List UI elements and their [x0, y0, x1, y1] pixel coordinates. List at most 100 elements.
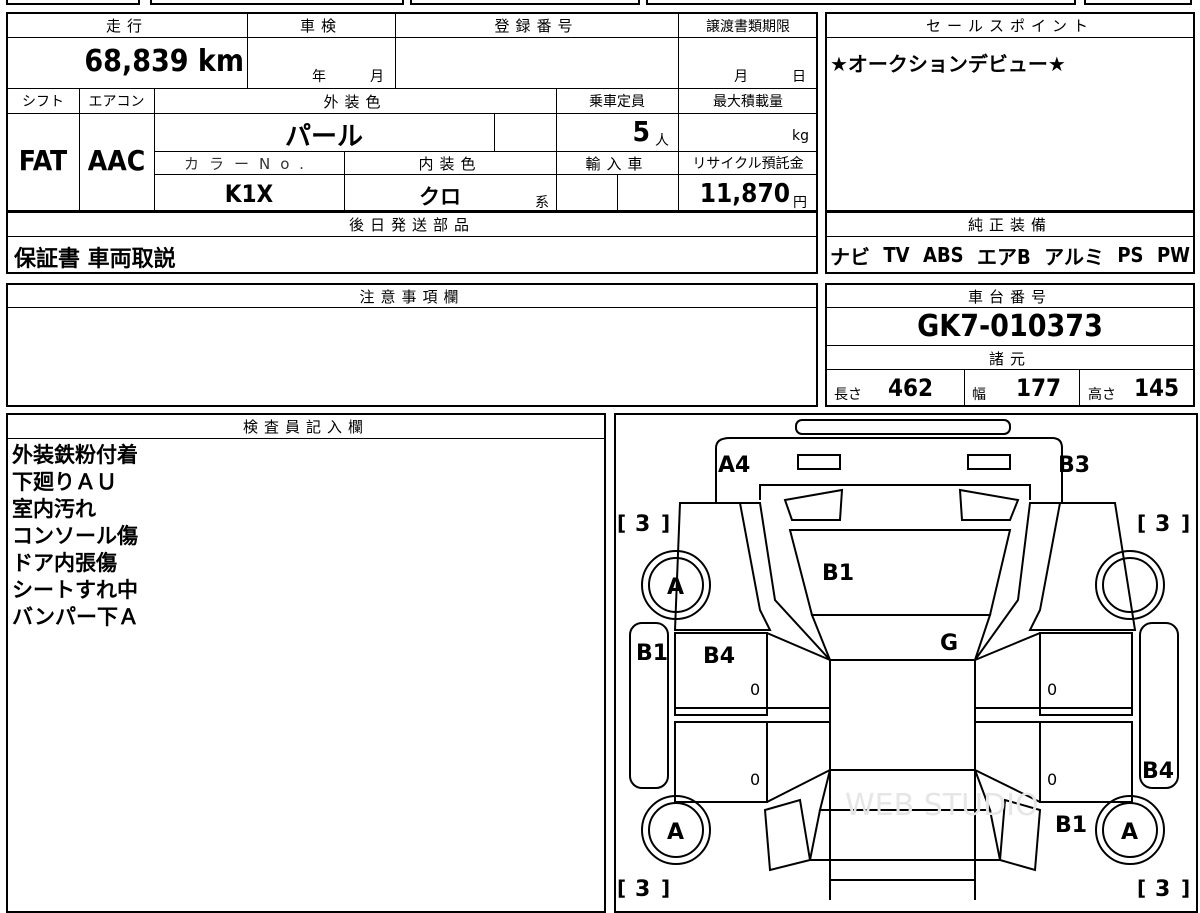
inspector-note: 室内汚れ — [12, 497, 96, 521]
inspection-year-unit: 年 — [312, 69, 326, 85]
inspector-label: 検査員記入欄 — [242, 418, 369, 436]
color-no-value: K1X — [224, 180, 274, 208]
divider — [826, 369, 1194, 370]
right-quarter-mark: B4 — [1142, 759, 1174, 784]
inspector-note: シートすれ中 — [12, 578, 138, 602]
sales-point-box — [825, 12, 1195, 212]
inspector-note: 外装鉄粉付着 — [12, 443, 138, 467]
watermark: WEB STUDIO — [845, 788, 1039, 823]
top-cut-cell — [410, 0, 640, 5]
exterior-color-value: パール — [284, 122, 363, 152]
divider — [7, 37, 817, 38]
equipment-label: 純正装備 — [967, 216, 1052, 234]
equipment-item: PS — [1117, 243, 1144, 267]
svg-text:]: ] — [1181, 876, 1190, 900]
top-cut-cell — [150, 0, 404, 5]
interior-color-value: クロ — [419, 185, 461, 209]
ac-label: エアコン — [88, 94, 145, 110]
ac-value: AAC — [87, 144, 146, 177]
equipment-list: ナビ TV ABS エアB アルミ PS PW — [830, 240, 1190, 270]
shift-label: シフト — [22, 94, 64, 110]
inspection-month-unit: 月 — [370, 69, 384, 85]
specs-label: 諸元 — [988, 350, 1031, 368]
chassis-label: 車台番号 — [967, 288, 1052, 306]
tire-fl-mark: 3 — [635, 512, 650, 537]
right-rear-fender-mark: B1 — [1055, 813, 1087, 838]
sales-point-value: ★オークションデビュー★ — [830, 52, 1066, 76]
equipment-item: エアB — [977, 244, 1031, 269]
top-cut-strip — [6, 0, 1192, 6]
divider — [826, 307, 1194, 308]
tire-rl-mark: 3 — [635, 877, 650, 900]
divider — [826, 345, 1194, 346]
shift-value: FAT — [18, 144, 68, 177]
height-label: 高さ — [1088, 387, 1116, 403]
divider — [7, 113, 817, 114]
top-cut-cell — [646, 0, 1076, 5]
hood-mark: B1 — [822, 561, 854, 586]
color-no-label: カラーNo. — [184, 155, 314, 173]
front-left-mark: A4 — [718, 453, 750, 478]
tire-rr-mark: 3 — [1155, 877, 1170, 900]
divider — [155, 174, 817, 175]
divider — [7, 307, 817, 308]
left-front-door-mark: B4 — [703, 644, 735, 669]
divider — [7, 236, 817, 237]
svg-text:[: [ — [1137, 876, 1146, 900]
top-cut-cell — [6, 0, 140, 5]
mileage-value: 68,839 km — [84, 44, 244, 79]
top-cut-cell — [1084, 0, 1192, 5]
width-value: 177 — [1016, 374, 1062, 402]
divider — [7, 438, 605, 439]
parts-value: 保証書 車両取説 — [14, 247, 176, 272]
inspector-note: バンパー下Ａ — [12, 605, 140, 629]
caution-label: 注意事項欄 — [359, 288, 465, 306]
divider — [1079, 369, 1080, 406]
door-mark: 0 — [750, 770, 760, 789]
import-label: 輸入車 — [585, 155, 649, 173]
recycle-fee-label: リサイクル預託金 — [692, 156, 804, 172]
door-mark: 0 — [750, 680, 760, 699]
chassis-number: GK7-010373 — [917, 309, 1103, 344]
max-load-unit: kg — [792, 128, 809, 144]
capacity-value: 5 — [632, 115, 650, 148]
width-label: 幅 — [972, 387, 986, 403]
divider — [826, 37, 1194, 38]
height-value: 145 — [1134, 374, 1180, 402]
equipment-item: アルミ — [1044, 244, 1104, 269]
divider — [964, 369, 965, 406]
equipment-item: ナビ — [830, 244, 870, 269]
svg-text:[: [ — [617, 876, 626, 900]
mileage-label: 走行 — [105, 17, 148, 35]
front-right-mark: B3 — [1058, 453, 1090, 478]
divider — [155, 151, 817, 152]
inspector-note: ドア内張傷 — [12, 551, 117, 575]
interior-color-label: 内装色 — [418, 155, 482, 173]
max-load-label: 最大積載量 — [713, 94, 783, 110]
sales-point-label: セールスポイント — [925, 17, 1094, 35]
registration-label: 登録番号 — [494, 17, 579, 35]
inspector-note: コンソール傷 — [12, 524, 138, 548]
recycle-fee-value: 11,870 — [699, 179, 790, 209]
transfer-deadline-label: 譲渡書類期限 — [706, 19, 790, 35]
equipment-item: ABS — [923, 243, 964, 267]
parts-label: 後日発送部品 — [348, 216, 475, 234]
svg-text:[: [ — [1137, 511, 1146, 535]
roof-mark: G — [940, 631, 958, 656]
exterior-color-label: 外装色 — [323, 93, 387, 111]
interior-color-suffix: 系 — [535, 195, 549, 211]
svg-text:[: [ — [617, 511, 626, 535]
divider — [7, 88, 817, 89]
svg-text:]: ] — [1181, 511, 1190, 535]
length-value: 462 — [888, 374, 934, 402]
car-diagram: [] [] [] [] 3 3 3 3 A4 B3 B1 G B1 B4 B4 … — [617, 419, 1190, 900]
wheel-rl-mark: A — [667, 820, 684, 845]
equipment-item: TV — [883, 243, 910, 267]
inspector-notes: 外装鉄粉付着 下廻りＡＵ 室内汚れ コンソール傷 ドア内張傷 シートすれ中 バン… — [12, 442, 139, 631]
svg-text:]: ] — [661, 511, 670, 535]
svg-text:]: ] — [661, 876, 670, 900]
recycle-fee-unit: 円 — [793, 195, 807, 211]
length-label: 長さ — [834, 387, 862, 403]
divider — [494, 113, 495, 151]
transfer-month-unit: 月 — [734, 69, 748, 85]
